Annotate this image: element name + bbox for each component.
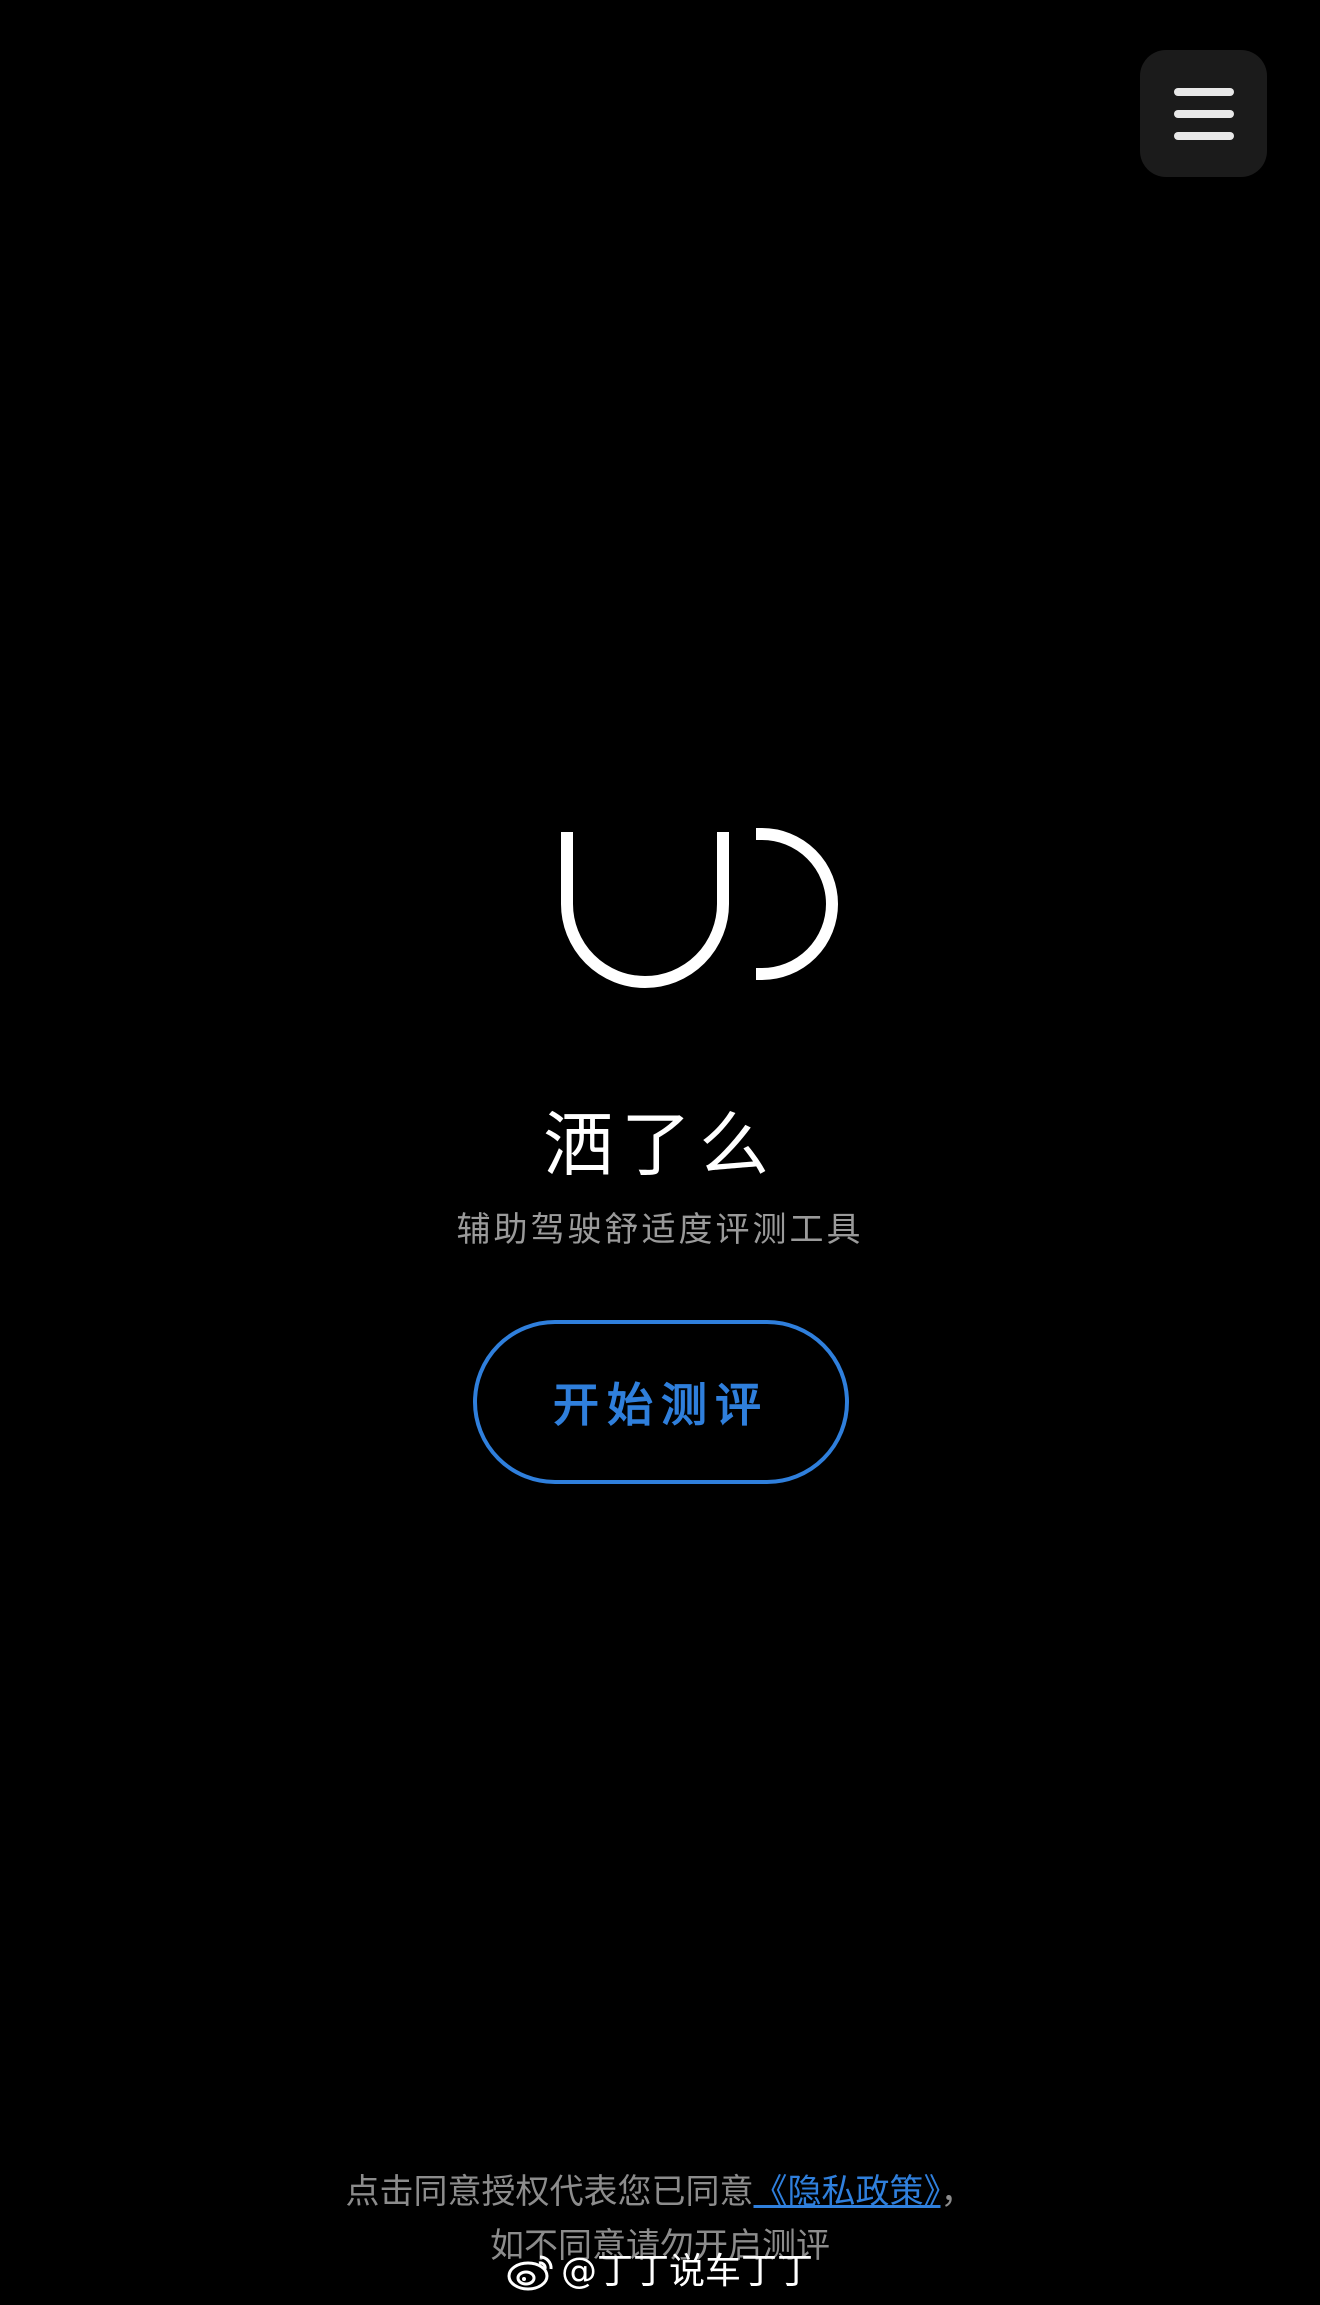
- app-logo: [560, 828, 850, 994]
- privacy-policy-link[interactable]: 《隐私政策》: [754, 2172, 941, 2212]
- ud-logo-icon: [561, 828, 838, 988]
- hamburger-menu-icon: [1173, 87, 1234, 140]
- weibo-icon: [507, 2255, 553, 2291]
- watermark-text: @丁丁说车丁丁: [560, 2251, 813, 2292]
- consent-line-1: 点击同意授权代表您已同意《隐私政策》，: [0, 2165, 1320, 2219]
- start-evaluation-button[interactable]: 开始测评: [473, 1320, 849, 1484]
- app-title: 洒了么: [543, 1104, 777, 1186]
- menu-button[interactable]: [1140, 50, 1267, 177]
- consent-prefix: 点击同意授权代表您已同意: [345, 2172, 754, 2212]
- app-subtitle: 辅助驾驶舒适度评测工具: [456, 1210, 864, 1250]
- consent-suffix: ，: [940, 2172, 975, 2212]
- start-evaluation-label: 开始测评: [553, 1378, 769, 1432]
- watermark: @丁丁说车丁丁: [0, 2248, 1320, 2296]
